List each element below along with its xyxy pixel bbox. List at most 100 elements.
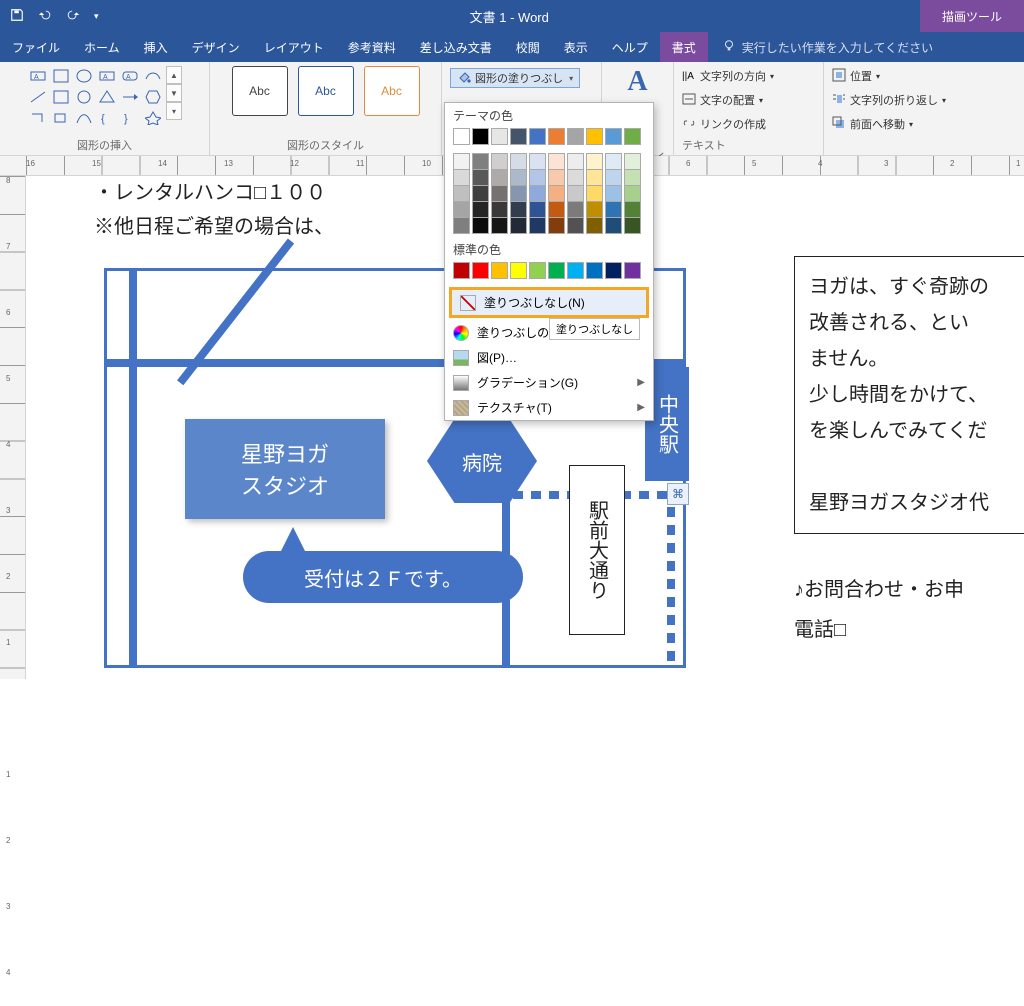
shapes-gallery-scroll[interactable]: ▲ ▼ ▾ [166, 66, 182, 128]
tab-layout[interactable]: レイアウト [252, 32, 336, 62]
wordart-icon[interactable]: A [627, 66, 647, 98]
color-swatch[interactable] [453, 262, 470, 279]
shape-style-gallery[interactable]: Abc Abc Abc [232, 66, 420, 116]
tab-view[interactable]: 表示 [552, 32, 600, 62]
color-swatch[interactable] [586, 185, 603, 202]
color-swatch[interactable] [529, 217, 546, 234]
scroll-up-icon[interactable]: ▲ [166, 66, 182, 84]
color-swatch[interactable] [491, 185, 508, 202]
color-swatch[interactable] [548, 262, 565, 279]
color-swatch[interactable] [529, 201, 546, 218]
color-swatch[interactable] [605, 128, 622, 145]
tab-mailings[interactable]: 差し込み文書 [408, 32, 504, 62]
color-swatch[interactable] [624, 169, 641, 186]
cmd-position[interactable]: 位置▾ [832, 66, 946, 86]
tab-file[interactable]: ファイル [0, 32, 72, 62]
map-street-label[interactable]: 駅前大通り [569, 465, 625, 635]
color-swatch[interactable] [491, 128, 508, 145]
color-swatch[interactable] [491, 169, 508, 186]
map-callout[interactable]: 受付は２Ｆです。 [243, 551, 523, 603]
color-swatch[interactable] [491, 153, 508, 170]
color-swatch[interactable] [472, 262, 489, 279]
save-icon[interactable] [10, 8, 24, 25]
color-swatch[interactable] [548, 185, 565, 202]
color-swatch[interactable] [453, 201, 470, 218]
color-swatch[interactable] [472, 153, 489, 170]
color-swatch[interactable] [586, 201, 603, 218]
color-swatch[interactable] [586, 128, 603, 145]
color-swatch[interactable] [548, 153, 565, 170]
color-swatch[interactable] [510, 262, 527, 279]
color-swatch[interactable] [567, 262, 584, 279]
color-swatch[interactable] [586, 262, 603, 279]
style-thumb-3[interactable]: Abc [364, 66, 420, 116]
color-swatch[interactable] [491, 262, 508, 279]
redo-icon[interactable] [66, 8, 80, 25]
tab-review[interactable]: 校閲 [504, 32, 552, 62]
cmd-wrap-text[interactable]: 文字列の折り返し▾ [832, 90, 946, 110]
map-studio-box[interactable]: 星野ヨガ スタジオ [185, 419, 385, 519]
color-swatch[interactable] [491, 201, 508, 218]
color-swatch[interactable] [491, 217, 508, 234]
color-swatch[interactable] [624, 153, 641, 170]
tab-help[interactable]: ヘルプ [600, 32, 660, 62]
color-swatch[interactable] [605, 153, 622, 170]
tab-insert[interactable]: 挿入 [132, 32, 180, 62]
color-swatch[interactable] [586, 217, 603, 234]
style-thumb-1[interactable]: Abc [232, 66, 288, 116]
color-swatch[interactable] [453, 128, 470, 145]
color-swatch[interactable] [624, 128, 641, 145]
side-text-box[interactable]: ヨガは、すぐ奇跡の 改善される、とい ません。 少し時間をかけて、 を楽しんでみ… [794, 256, 1024, 534]
color-swatch[interactable] [605, 201, 622, 218]
contact-text[interactable]: ♪お問合わせ・お申 電話□ [794, 570, 1024, 650]
cmd-text-align[interactable]: 文字の配置▾ [682, 90, 774, 110]
color-swatch[interactable] [510, 128, 527, 145]
tab-home[interactable]: ホーム [72, 32, 132, 62]
color-swatch[interactable] [453, 169, 470, 186]
cmd-text-direction[interactable]: ||A 文字列の方向▾ [682, 66, 774, 86]
menu-gradient-fill[interactable]: グラデーション(G) ▶ [445, 370, 653, 395]
color-swatch[interactable] [529, 169, 546, 186]
scroll-down-icon[interactable]: ▼ [166, 84, 182, 102]
shape-fill-button[interactable]: 図形の塗りつぶし ▾ [450, 68, 580, 88]
color-swatch[interactable] [472, 185, 489, 202]
color-swatch[interactable] [567, 185, 584, 202]
color-swatch[interactable] [510, 169, 527, 186]
shapes-gallery[interactable]: A A A { } [27, 66, 164, 128]
tell-me-search[interactable]: 実行したい作業を入力してください [708, 32, 1024, 62]
color-swatch[interactable] [605, 185, 622, 202]
color-swatch[interactable] [567, 128, 584, 145]
color-swatch[interactable] [586, 153, 603, 170]
color-swatch[interactable] [605, 217, 622, 234]
color-swatch[interactable] [605, 169, 622, 186]
color-swatch[interactable] [548, 128, 565, 145]
cmd-bring-forward[interactable]: 前面へ移動▾ [832, 114, 946, 134]
color-swatch[interactable] [624, 262, 641, 279]
tab-references[interactable]: 参考資料 [336, 32, 408, 62]
color-swatch[interactable] [624, 217, 641, 234]
menu-more-fill-colors[interactable]: 塗りつぶしの色 塗りつぶしなし [445, 320, 653, 345]
color-swatch[interactable] [548, 169, 565, 186]
layout-options-icon[interactable]: ⌘ [667, 483, 689, 505]
menu-texture-fill[interactable]: テクスチャ(T) ▶ [445, 395, 653, 420]
map-road[interactable] [129, 271, 137, 665]
cmd-create-link[interactable]: リンクの作成 [682, 114, 774, 134]
color-swatch[interactable] [453, 153, 470, 170]
menu-picture-fill[interactable]: 図(P)… [445, 345, 653, 370]
color-swatch[interactable] [548, 217, 565, 234]
color-swatch[interactable] [567, 153, 584, 170]
tab-format[interactable]: 書式 [660, 32, 708, 62]
color-swatch[interactable] [529, 128, 546, 145]
color-swatch[interactable] [586, 169, 603, 186]
style-thumb-2[interactable]: Abc [298, 66, 354, 116]
color-swatch[interactable] [510, 217, 527, 234]
color-swatch[interactable] [472, 128, 489, 145]
color-swatch[interactable] [567, 217, 584, 234]
tab-design[interactable]: デザイン [180, 32, 252, 62]
color-swatch[interactable] [453, 217, 470, 234]
color-swatch[interactable] [472, 201, 489, 218]
color-swatch[interactable] [548, 201, 565, 218]
color-swatch[interactable] [453, 185, 470, 202]
color-swatch[interactable] [605, 262, 622, 279]
color-swatch[interactable] [472, 169, 489, 186]
